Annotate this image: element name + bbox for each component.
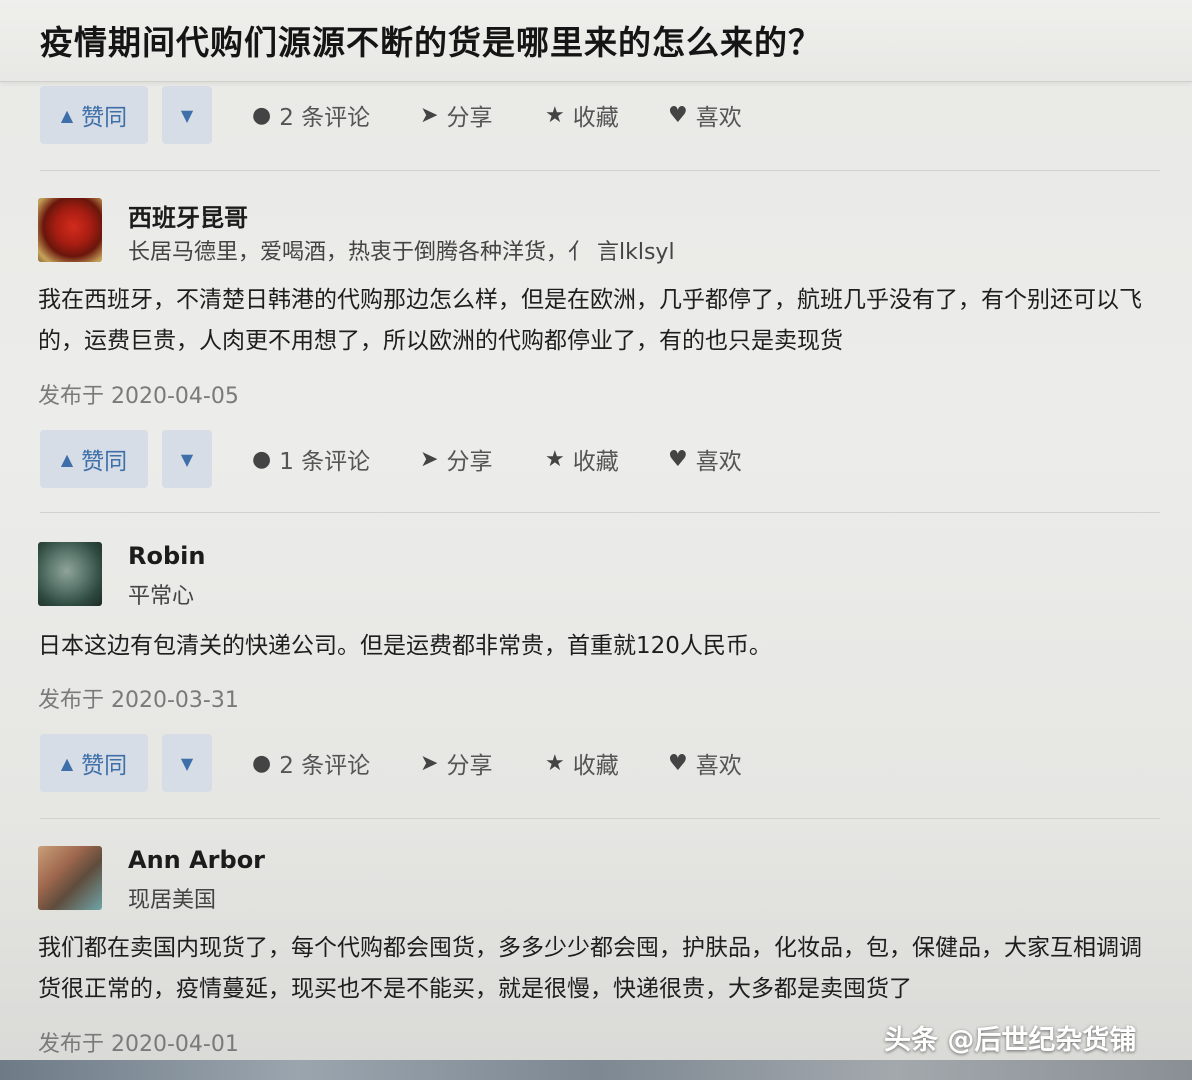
answer-date[interactable]: 发布于 2020-04-01 [38,1026,239,1058]
author-bio: 长居马德里，爱喝酒，热衷于倒腾各种洋货，亻 言lklsyl [128,240,675,265]
comment-count: 2 条评论 [279,753,371,779]
vote-up-label: 赞同 [81,449,128,475]
page-header: 疫情期间代购们源源不断的货是哪里来的怎么来的？ [0,0,1192,82]
collect-label: 收藏 [572,449,619,475]
comment-count: 2 条评论 [279,105,371,131]
share-button[interactable]: ➤ 分享 [420,734,492,792]
vote-down-button[interactable]: ▼ [162,734,212,792]
share-label: 分享 [446,753,493,779]
like-button[interactable]: ♥ 喜欢 [668,734,742,792]
collect-label: 收藏 [572,753,619,779]
like-label: 喜欢 [695,449,742,475]
vote-up-label: 赞同 [81,753,128,779]
triangle-down-icon: ▼ [180,449,194,469]
collect-button[interactable]: ★ 收藏 [545,86,619,144]
paper-plane-icon: ➤ [420,750,439,776]
comment-button[interactable]: ● 1 条评论 [252,430,370,488]
share-label: 分享 [446,449,493,475]
answer-action-bar: ▲ 赞同 ▼ ● 2 条评论 ➤ 分享 ★ 收藏 ♥ 喜欢 [40,734,1160,792]
like-button[interactable]: ♥ 喜欢 [668,86,742,144]
author-name[interactable]: 西班牙昆哥 [128,198,248,233]
answer-body: 日本这边有包清关的快递公司。但是运费都非常贵，首重就120人民币。 [38,633,772,659]
heart-icon: ♥ [668,446,688,472]
collect-label: 收藏 [572,105,619,131]
answer-item: Robin 平常心 日本这边有包清关的快递公司。但是运费都非常贵，首重就120人… [38,542,1168,722]
answer-body: 我们都在卖国内现货了，每个代购都会囤货，多多少少都会囤，护肤品，化妆品，包，保健… [38,935,1142,1002]
triangle-down-icon: ▼ [180,753,194,773]
avatar[interactable] [38,198,102,262]
divider [40,170,1160,171]
star-icon: ★ [545,750,565,776]
share-button[interactable]: ➤ 分享 [420,86,492,144]
comment-count: 1 条评论 [279,449,371,475]
divider [40,818,1160,819]
collect-button[interactable]: ★ 收藏 [545,734,619,792]
triangle-up-icon: ▲ [60,449,74,469]
answer-body: 我在西班牙，不清楚日韩港的代购那边怎么样，但是在欧洲，几乎都停了，航班几乎没有了… [38,287,1142,354]
answer-item: 西班牙昆哥 长居马德里，爱喝酒，热衷于倒腾各种洋货，亻 言lklsyl 我在西班… [38,198,1168,418]
vote-up-button[interactable]: ▲ 赞同 [40,86,148,144]
comment-bubble-icon: ● [252,446,272,472]
author-name[interactable]: Robin [128,542,205,570]
answer-action-bar: ▲ 赞同 ▼ ● 1 条评论 ➤ 分享 ★ 收藏 ♥ 喜欢 [40,430,1160,488]
dock-strip [0,1060,1192,1080]
divider [40,512,1160,513]
like-label: 喜欢 [695,105,742,131]
vote-up-button[interactable]: ▲ 赞同 [40,734,148,792]
star-icon: ★ [545,102,565,128]
author-name[interactable]: Ann Arbor [128,846,265,874]
answer-date[interactable]: 发布于 2020-04-05 [38,378,239,410]
comment-button[interactable]: ● 2 条评论 [252,734,370,792]
triangle-up-icon: ▲ [60,105,74,125]
triangle-down-icon: ▼ [180,105,194,125]
heart-icon: ♥ [668,102,688,128]
avatar[interactable] [38,846,102,910]
author-bio: 现居美国 [128,888,217,913]
share-button[interactable]: ➤ 分享 [420,430,492,488]
like-label: 喜欢 [695,753,742,779]
vote-up-button[interactable]: ▲ 赞同 [40,430,148,488]
answer-date[interactable]: 发布于 2020-03-31 [38,682,239,714]
share-label: 分享 [446,105,493,131]
paper-plane-icon: ➤ [420,446,439,472]
paper-plane-icon: ➤ [420,102,439,128]
star-icon: ★ [545,446,565,472]
watermark: 头条 @后世纪杂货铺 [884,1025,1137,1056]
like-button[interactable]: ♥ 喜欢 [668,430,742,488]
comment-bubble-icon: ● [252,102,272,128]
vote-up-label: 赞同 [81,105,128,131]
vote-down-button[interactable]: ▼ [162,86,212,144]
page-title: 疫情期间代购们源源不断的货是哪里来的怎么来的？ [40,23,822,62]
vote-down-button[interactable]: ▼ [162,430,212,488]
triangle-up-icon: ▲ [60,753,74,773]
collect-button[interactable]: ★ 收藏 [545,430,619,488]
answer-action-bar: ▲ 赞同 ▼ ● 2 条评论 ➤ 分享 ★ 收藏 ♥ 喜欢 [40,86,1160,144]
comment-bubble-icon: ● [252,750,272,776]
author-bio: 平常心 [128,584,195,609]
avatar[interactable] [38,542,102,606]
comment-button[interactable]: ● 2 条评论 [252,86,370,144]
heart-icon: ♥ [668,750,688,776]
